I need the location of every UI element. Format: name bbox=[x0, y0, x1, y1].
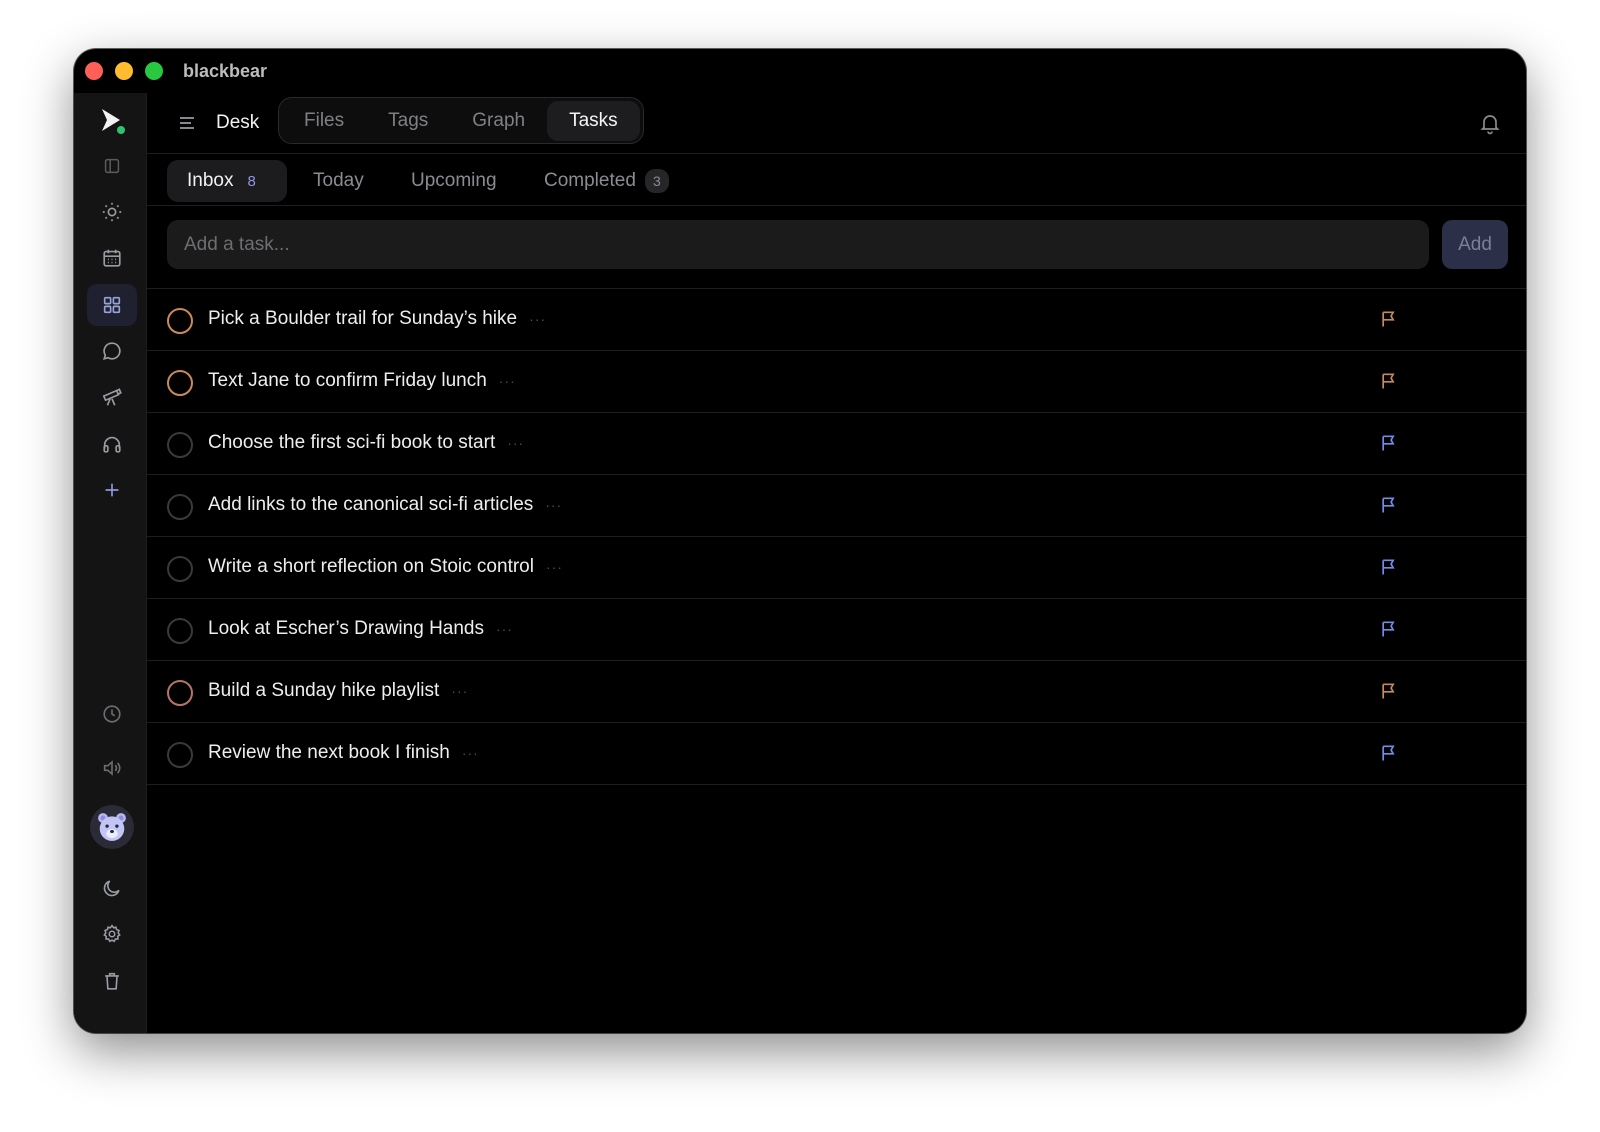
flag-icon[interactable] bbox=[1379, 681, 1399, 706]
more-icon[interactable]: ··· bbox=[529, 311, 546, 327]
tab-files[interactable]: Files bbox=[282, 101, 366, 141]
task-title[interactable]: Pick a Boulder trail for Sunday’s hike ··… bbox=[208, 308, 546, 330]
flag-icon[interactable] bbox=[1379, 495, 1399, 520]
desk-label[interactable]: Desk bbox=[216, 112, 259, 134]
app-title: blackbear bbox=[183, 60, 268, 81]
task-checkbox[interactable] bbox=[167, 432, 193, 458]
task-title-text: Write a short reflection on Stoic contro… bbox=[208, 556, 534, 577]
more-icon[interactable]: ··· bbox=[462, 745, 479, 761]
task-title-text: Review the next book I finish bbox=[208, 742, 450, 763]
task-title-text: Choose the first sci-fi book to start bbox=[208, 432, 496, 453]
headphones-icon[interactable] bbox=[87, 423, 137, 465]
tab-inbox[interactable]: Inbox 8 bbox=[167, 160, 287, 202]
task-checkbox[interactable] bbox=[167, 494, 193, 520]
add-task-button[interactable]: Add bbox=[1442, 220, 1508, 269]
minimize-window-button[interactable] bbox=[115, 62, 133, 80]
task-checkbox[interactable] bbox=[167, 742, 193, 768]
completed-count: 3 bbox=[644, 169, 669, 193]
tab-today[interactable]: Today bbox=[293, 160, 384, 202]
tab-graph[interactable]: Graph bbox=[450, 101, 547, 141]
task-list: Pick a Boulder trail for Sunday’s hike ··… bbox=[147, 289, 1526, 785]
bear-avatar-icon[interactable] bbox=[90, 805, 134, 849]
task-title[interactable]: Build a Sunday hike playlist ··· bbox=[208, 680, 468, 702]
tab-upcoming-label: Upcoming bbox=[411, 170, 497, 191]
telescope-icon[interactable] bbox=[87, 376, 137, 418]
task-title-text: Pick a Boulder trail for Sunday’s hike bbox=[208, 308, 518, 329]
maximize-window-button[interactable] bbox=[145, 62, 163, 80]
more-icon[interactable]: ··· bbox=[496, 621, 513, 637]
trash-icon[interactable] bbox=[87, 960, 137, 1002]
task-title-text: Text Jane to confirm Friday lunch bbox=[208, 370, 487, 391]
task-row[interactable]: Review the next book I finish ··· bbox=[147, 723, 1526, 785]
tab-tags[interactable]: Tags bbox=[366, 101, 450, 141]
task-row[interactable]: Add links to the canonical sci-fi articl… bbox=[147, 475, 1526, 537]
task-checkbox[interactable] bbox=[167, 618, 193, 644]
task-row[interactable]: Look at Escher’s Drawing Hands ··· bbox=[147, 599, 1526, 661]
tab-completed-label: Completed bbox=[544, 170, 636, 191]
gear-icon[interactable] bbox=[87, 913, 137, 955]
more-icon[interactable]: ··· bbox=[451, 683, 468, 699]
bell-icon[interactable] bbox=[1478, 111, 1502, 140]
window-controls bbox=[85, 62, 163, 80]
task-title-text: Build a Sunday hike playlist bbox=[208, 680, 440, 701]
tab-tasks[interactable]: Tasks bbox=[547, 100, 640, 141]
more-icon[interactable]: ··· bbox=[507, 435, 524, 451]
add-task-row: Add bbox=[147, 206, 1526, 289]
chat-icon[interactable] bbox=[87, 330, 137, 372]
more-icon[interactable]: ··· bbox=[545, 497, 562, 513]
add-task-input[interactable] bbox=[167, 220, 1429, 269]
task-row[interactable]: Build a Sunday hike playlist ··· bbox=[147, 661, 1526, 723]
task-filter-tabs: Inbox 8 Today Upcoming Completed 3 bbox=[147, 154, 1526, 206]
flag-icon[interactable] bbox=[1379, 557, 1399, 582]
more-icon[interactable]: ··· bbox=[499, 373, 516, 389]
task-title[interactable]: Write a short reflection on Stoic contro… bbox=[208, 556, 563, 578]
sidebar bbox=[74, 93, 147, 1033]
moon-icon[interactable] bbox=[87, 867, 137, 909]
flag-icon[interactable] bbox=[1379, 309, 1399, 334]
task-title[interactable]: Review the next book I finish ··· bbox=[208, 742, 479, 764]
tab-inbox-label: Inbox bbox=[187, 170, 234, 191]
panel-toggle-icon[interactable] bbox=[87, 145, 137, 187]
task-title[interactable]: Choose the first sci-fi book to start ··· bbox=[208, 432, 524, 454]
task-checkbox[interactable] bbox=[167, 556, 193, 582]
tab-upcoming[interactable]: Upcoming bbox=[391, 160, 517, 202]
task-checkbox[interactable] bbox=[167, 370, 193, 396]
flag-icon[interactable] bbox=[1379, 743, 1399, 768]
plus-icon[interactable] bbox=[87, 469, 137, 511]
grid-icon[interactable] bbox=[87, 284, 137, 326]
task-row[interactable]: Text Jane to confirm Friday lunch ··· bbox=[147, 351, 1526, 413]
close-window-button[interactable] bbox=[85, 62, 103, 80]
task-checkbox[interactable] bbox=[167, 680, 193, 706]
tab-completed[interactable]: Completed 3 bbox=[524, 160, 689, 202]
task-title-text: Look at Escher’s Drawing Hands bbox=[208, 618, 484, 639]
task-title[interactable]: Text Jane to confirm Friday lunch ··· bbox=[208, 370, 516, 392]
logo-icon[interactable] bbox=[87, 100, 137, 142]
top-nav: Desk Files Tags Graph Tasks bbox=[147, 93, 1526, 154]
inbox-count: 8 bbox=[247, 172, 256, 190]
clock-icon[interactable] bbox=[87, 693, 137, 735]
flag-icon[interactable] bbox=[1379, 433, 1399, 458]
speaker-icon[interactable] bbox=[87, 747, 137, 789]
task-title[interactable]: Add links to the canonical sci-fi articl… bbox=[208, 494, 562, 516]
task-row[interactable]: Write a short reflection on Stoic contro… bbox=[147, 537, 1526, 599]
task-checkbox[interactable] bbox=[167, 308, 193, 334]
tab-today-label: Today bbox=[313, 170, 364, 191]
menu-icon[interactable] bbox=[175, 111, 199, 140]
sun-icon[interactable] bbox=[87, 191, 137, 233]
task-title[interactable]: Look at Escher’s Drawing Hands ··· bbox=[208, 618, 513, 640]
task-title-text: Add links to the canonical sci-fi articl… bbox=[208, 494, 534, 515]
more-icon[interactable]: ··· bbox=[546, 559, 563, 575]
task-row[interactable]: Choose the first sci-fi book to start ··· bbox=[147, 413, 1526, 475]
task-row[interactable]: Pick a Boulder trail for Sunday’s hike ··… bbox=[147, 289, 1526, 351]
title-bar: blackbear bbox=[74, 49, 1526, 93]
app-window: blackbear Desk Files Tags Graph Tasks In… bbox=[74, 49, 1526, 1033]
view-tab-group: Files Tags Graph Tasks bbox=[278, 97, 644, 144]
calendar-icon[interactable] bbox=[87, 237, 137, 279]
flag-icon[interactable] bbox=[1379, 371, 1399, 396]
flag-icon[interactable] bbox=[1379, 619, 1399, 644]
